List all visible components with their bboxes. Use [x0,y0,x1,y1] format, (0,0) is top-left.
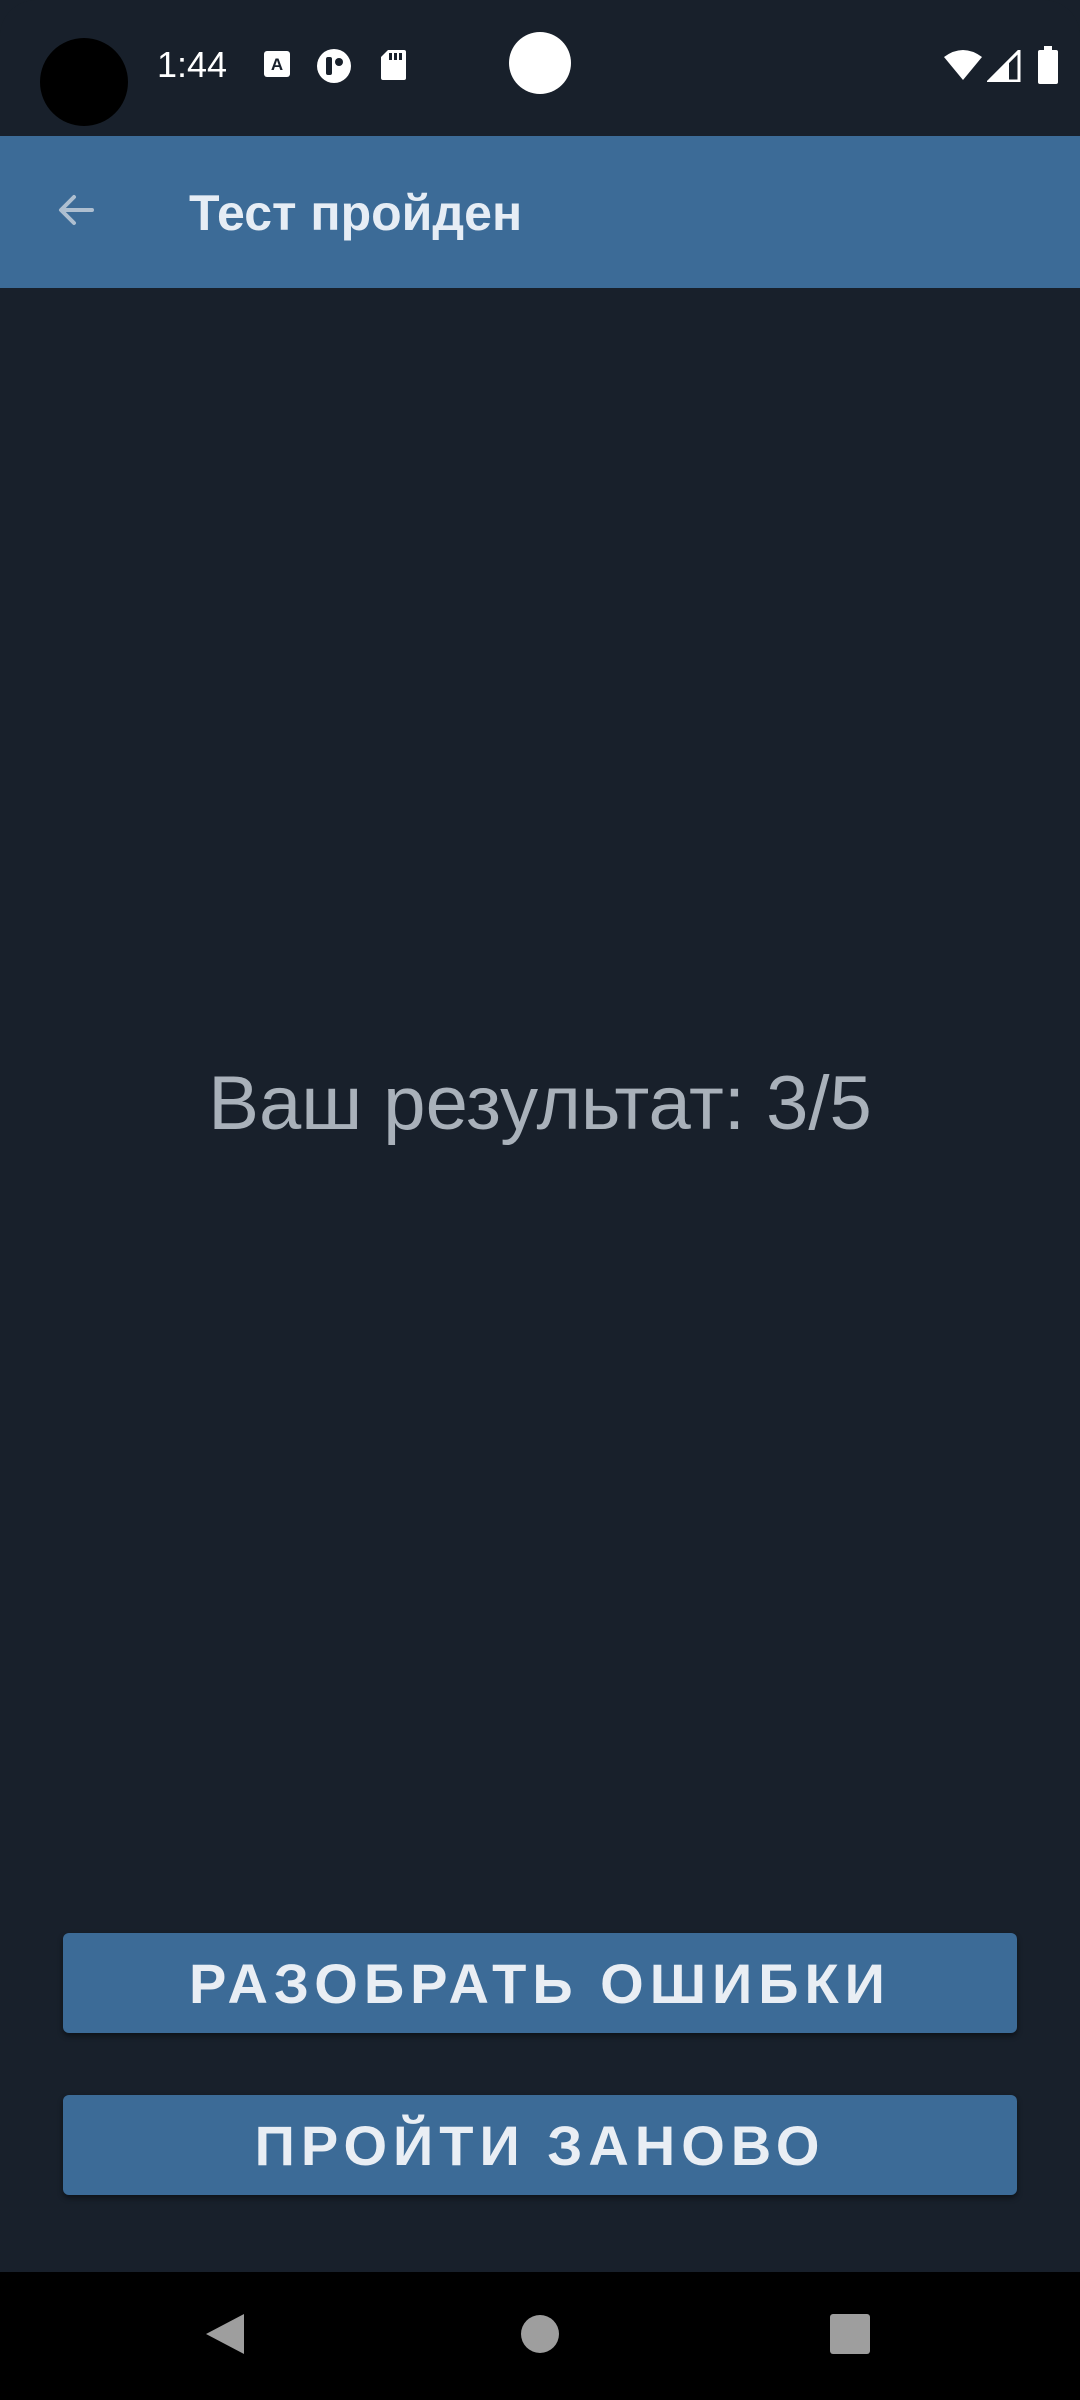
svg-text:A: A [271,55,283,74]
status-time: 1:44 [157,44,228,85]
nav-home-icon [520,2314,560,2359]
nav-back-button[interactable] [170,2272,280,2400]
wifi-icon [943,49,983,86]
navigation-bar [0,2272,1080,2400]
battery-icon [1038,46,1058,89]
status-bar: 1:44 A [0,0,1080,136]
review-mistakes-label: РАЗОБРАТЬ ОШИБКИ [189,1951,891,2015]
nav-back-icon [204,2312,246,2361]
review-mistakes-button[interactable]: РАЗОБРАТЬ ОШИБКИ [63,1933,1017,2033]
front-camera-dot [509,32,571,94]
retry-button[interactable]: ПРОЙТИ ЗАНОВО [63,2095,1017,2195]
retry-label: ПРОЙТИ ЗАНОВО [254,2113,826,2177]
page-title: Тест пройден [189,185,523,241]
nav-recents-button[interactable] [795,2272,905,2400]
game-controller-icon [316,48,352,89]
nav-home-button[interactable] [485,2272,595,2400]
camera-cutout [40,38,128,126]
result-text: Ваш результат: 3/5 [208,1061,872,1146]
app-bar: Тест пройден [0,136,1080,288]
cell-signal-icon [985,47,1021,87]
keyboard-a-icon: A [263,50,291,83]
screen: 1:44 A Тест пройден Ваш результат: 3/5 Р… [0,0,1080,2400]
sd-card-icon [380,49,406,86]
arrow-back-icon [52,186,100,239]
nav-recents-icon [829,2313,871,2360]
back-button[interactable] [34,170,118,254]
